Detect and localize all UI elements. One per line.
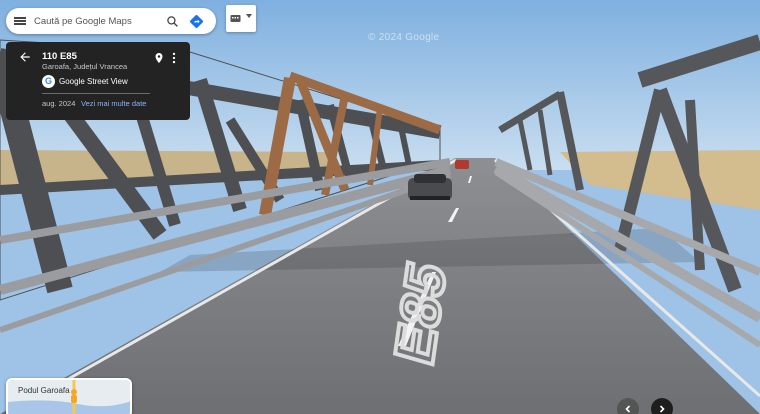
street-view-source: G Google Street View — [42, 75, 128, 88]
caret-down-icon — [246, 13, 252, 18]
directions-icon[interactable] — [184, 8, 208, 34]
search-input[interactable] — [34, 15, 160, 27]
minimap-label: Podul Garoafa — [18, 386, 70, 395]
car-grey — [408, 174, 452, 200]
street-view-viewport[interactable]: E85 © 2024 Google Caută pe Google Maps 1… — [0, 0, 760, 414]
more-dates-link[interactable]: Vezi mai multe date — [81, 99, 146, 108]
hamburger-menu-icon[interactable] — [6, 8, 34, 34]
search-box[interactable] — [6, 8, 216, 34]
location-subtitle: Garoafa, Județul Vrancea — [42, 62, 128, 71]
layers-button[interactable] — [226, 5, 256, 32]
arrow-left-icon[interactable] — [18, 50, 32, 64]
car-red — [455, 160, 469, 169]
card-divider — [42, 93, 150, 94]
more-vertical-icon[interactable] — [170, 51, 178, 65]
street-view-info-card: 110 E85 Garoafa, Județul Vrancea G Googl… — [6, 42, 190, 120]
copyright-watermark: © 2024 Google — [368, 32, 440, 43]
capture-date: aug. 2024 — [42, 99, 76, 108]
source-label: Google Street View — [59, 77, 128, 86]
location-title: 110 E85 — [42, 51, 77, 62]
next-image-button[interactable] — [651, 398, 673, 414]
minimap[interactable]: Podul Garoafa — [6, 378, 132, 414]
chevron-left-icon — [625, 405, 631, 413]
pegman-icon — [71, 389, 77, 403]
chevron-right-icon — [659, 405, 665, 413]
google-logo-icon: G — [42, 75, 55, 88]
location-pin-icon[interactable] — [153, 51, 165, 65]
keyboard-layer-icon — [230, 14, 241, 22]
search-icon[interactable] — [160, 8, 184, 34]
previous-image-button[interactable] — [617, 398, 639, 414]
